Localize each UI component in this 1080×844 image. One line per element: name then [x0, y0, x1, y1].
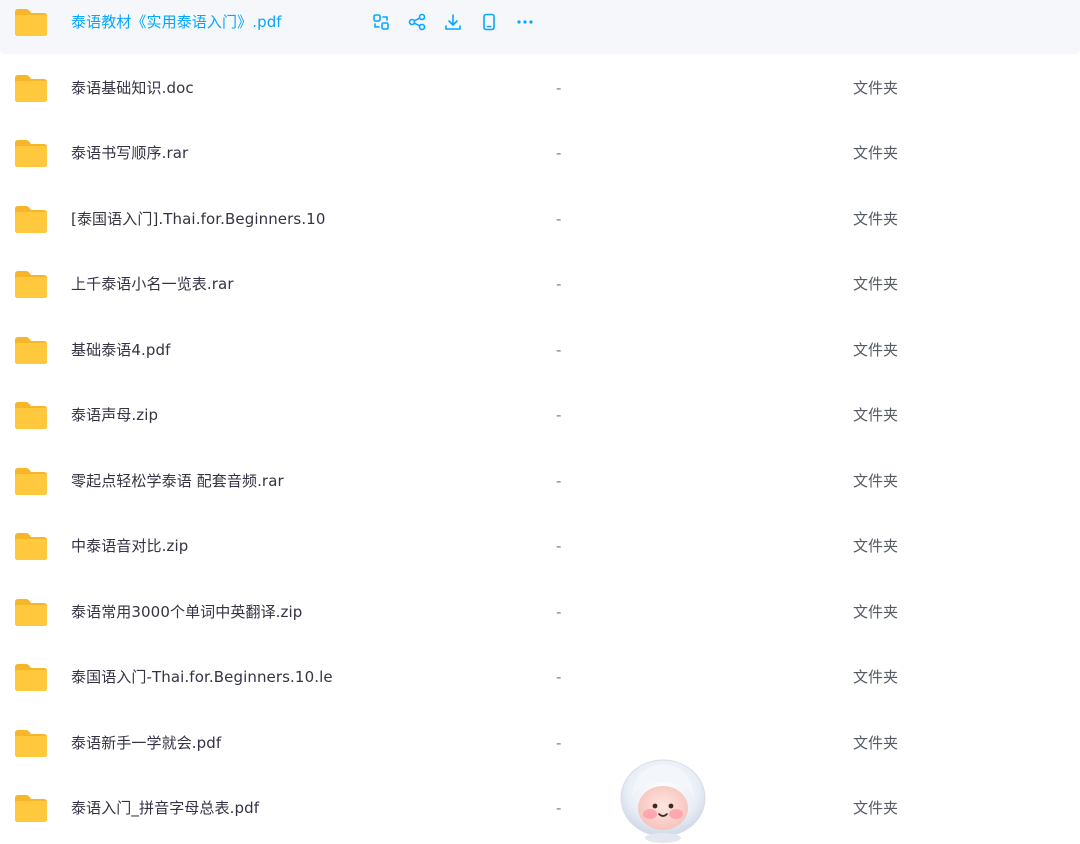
folder-icon: [15, 74, 47, 102]
file-size: -: [556, 667, 562, 686]
file-size: -: [556, 274, 562, 293]
file-row[interactable]: 泰语教材《实用泰语入门》.pdf: [0, 0, 1080, 54]
folder-icon: [15, 8, 47, 36]
file-name[interactable]: 泰语新手一学就会.pdf: [71, 732, 221, 753]
row-actions: [369, 10, 537, 34]
file-size: -: [556, 536, 562, 555]
file-size: -: [556, 602, 562, 621]
file-row[interactable]: 中泰语音对比.zip - 文件夹: [0, 513, 1080, 578]
file-type: 文件夹: [853, 144, 899, 162]
file-size: -: [556, 798, 562, 817]
file-name[interactable]: 泰语教材《实用泰语入门》.pdf: [71, 11, 282, 32]
file-name[interactable]: 泰语书写顺序.rar: [71, 142, 188, 163]
file-row[interactable]: 基础泰语4.pdf - 文件夹: [0, 317, 1080, 382]
file-row[interactable]: [泰国语入门].Thai.for.Beginners.10 - 文件夹: [0, 186, 1080, 251]
file-row[interactable]: 泰国语入门-Thai.for.Beginners.10.le - 文件夹: [0, 644, 1080, 709]
folder-icon: [15, 794, 47, 822]
file-type: 文件夹: [853, 341, 899, 359]
file-size: -: [556, 405, 562, 424]
file-size: -: [556, 733, 562, 752]
file-size: -: [556, 143, 562, 162]
share-icon[interactable]: [405, 10, 429, 34]
folder-icon: [15, 401, 47, 429]
file-type: 文件夹: [853, 734, 899, 752]
folder-icon: [15, 467, 47, 495]
file-size: -: [556, 340, 562, 359]
file-type: 文件夹: [853, 210, 899, 228]
file-name[interactable]: 泰语声母.zip: [71, 404, 158, 425]
file-name[interactable]: 基础泰语4.pdf: [71, 339, 171, 360]
folder-icon: [15, 205, 47, 233]
file-row[interactable]: 零起点轻松学泰语 配套音频.rar - 文件夹: [0, 448, 1080, 513]
file-row[interactable]: 泰语基础知识.doc - 文件夹: [0, 55, 1080, 120]
file-size: -: [556, 209, 562, 228]
file-row[interactable]: 泰语常用3000个单词中英翻译.zip - 文件夹: [0, 579, 1080, 644]
file-type: 文件夹: [853, 472, 899, 490]
folder-icon: [15, 139, 47, 167]
file-row[interactable]: 泰语声母.zip - 文件夹: [0, 382, 1080, 447]
file-name[interactable]: [泰国语入门].Thai.for.Beginners.10: [71, 208, 325, 229]
file-name[interactable]: 中泰语音对比.zip: [71, 535, 188, 556]
file-row[interactable]: 泰语书写顺序.rar - 文件夹: [0, 120, 1080, 185]
file-name[interactable]: 上千泰语小名一览表.rar: [71, 273, 234, 294]
file-list: 泰语教材《实用泰语入门》.pdf 泰语基础知识.doc - 文件夹 泰语书写顺序…: [0, 0, 1080, 844]
download-icon[interactable]: [441, 10, 465, 34]
file-name[interactable]: 泰语基础知识.doc: [71, 77, 194, 98]
file-type: 文件夹: [853, 799, 899, 817]
folder-icon: [15, 336, 47, 364]
folder-icon: [15, 598, 47, 626]
file-type: 文件夹: [853, 537, 899, 555]
file-name[interactable]: 泰语入门_拼音字母总表.pdf: [71, 797, 259, 818]
mascot-assistant-icon[interactable]: [614, 756, 712, 844]
phone-icon[interactable]: [477, 10, 501, 34]
folder-icon: [15, 729, 47, 757]
file-row[interactable]: 泰语入门_拼音字母总表.pdf - 文件夹: [0, 775, 1080, 840]
file-type: 文件夹: [853, 603, 899, 621]
file-size: -: [556, 471, 562, 490]
folder-icon: [15, 270, 47, 298]
file-type: 文件夹: [853, 668, 899, 686]
file-size: -: [556, 78, 562, 97]
file-name[interactable]: 泰语常用3000个单词中英翻译.zip: [71, 601, 302, 622]
file-row[interactable]: 上千泰语小名一览表.rar - 文件夹: [0, 251, 1080, 316]
transfer-icon[interactable]: [369, 10, 393, 34]
file-name[interactable]: 泰国语入门-Thai.for.Beginners.10.le: [71, 666, 333, 687]
folder-icon: [15, 663, 47, 691]
file-type: 文件夹: [853, 79, 899, 97]
folder-icon: [15, 532, 47, 560]
file-name[interactable]: 零起点轻松学泰语 配套音频.rar: [71, 470, 284, 491]
file-type: 文件夹: [853, 275, 899, 293]
file-type: 文件夹: [853, 406, 899, 424]
more-icon[interactable]: [513, 10, 537, 34]
file-row[interactable]: 泰语新手一学就会.pdf - 文件夹: [0, 710, 1080, 775]
